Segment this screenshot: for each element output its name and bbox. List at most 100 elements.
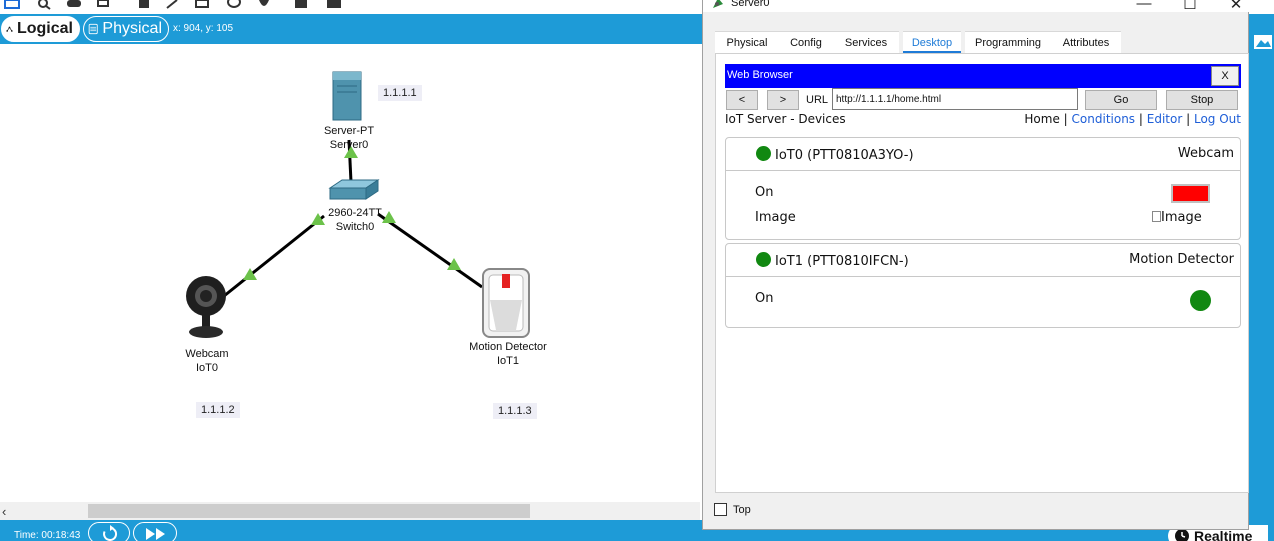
window-tabs: Physical Config Services Desktop Program… bbox=[715, 31, 1235, 53]
motion-detector-model: Motion Detector bbox=[469, 341, 547, 353]
logical-mode-button[interactable]: Logical bbox=[1, 16, 80, 42]
webcam-icon[interactable] bbox=[186, 276, 226, 338]
draw-line-icon[interactable] bbox=[164, 0, 180, 10]
desktop-panel: Web Browser X < > URL Go Stop IoT Server… bbox=[715, 53, 1249, 493]
viewport-icon[interactable] bbox=[1253, 34, 1273, 50]
tab-attributes[interactable]: Attributes bbox=[1051, 31, 1121, 53]
device-online-indicator bbox=[756, 146, 771, 161]
draw-ellipse-icon[interactable] bbox=[226, 0, 242, 10]
complex-pdu-icon[interactable] bbox=[326, 0, 342, 10]
browser-forward-button[interactable]: > bbox=[767, 90, 799, 110]
web-browser-close-button[interactable]: X bbox=[1211, 66, 1239, 86]
window-title: Server0 bbox=[731, 0, 770, 9]
web-browser-titlebar: Web Browser X bbox=[725, 64, 1241, 88]
scroll-left-icon[interactable]: ‹ bbox=[2, 504, 6, 519]
nav-logout-link[interactable]: Log Out bbox=[1194, 112, 1241, 126]
nav-separator: | bbox=[1186, 112, 1191, 126]
switch-icon[interactable] bbox=[328, 179, 380, 200]
device-name: IoT1 (PTT0810IFCN-) bbox=[775, 254, 909, 269]
browser-stop-button[interactable]: Stop bbox=[1166, 90, 1238, 110]
tab-programming[interactable]: Programming bbox=[965, 31, 1051, 53]
nav-editor-link[interactable]: Editor bbox=[1147, 112, 1183, 126]
motion-detector-ip-note[interactable]: 1.1.1.3 bbox=[493, 403, 537, 419]
tab-config[interactable]: Config bbox=[779, 31, 833, 53]
tab-services[interactable]: Services bbox=[833, 31, 899, 53]
page-title: IoT Server - Devices bbox=[725, 112, 846, 126]
simulation-time: Time: 00:18:43 bbox=[14, 530, 81, 541]
device-card-iot0: IoT0 (PTT0810A3YO-) Webcam On Image Imag… bbox=[725, 137, 1241, 240]
webcam-ip-note[interactable]: 1.1.1.2 bbox=[196, 402, 240, 418]
fast-forward-button[interactable] bbox=[133, 522, 177, 541]
maximize-icon[interactable]: ☐ bbox=[1167, 0, 1213, 13]
webcam-name: IoT0 bbox=[195, 362, 218, 374]
scrollbar-thumb[interactable] bbox=[88, 504, 530, 518]
motion-detector-name: IoT1 bbox=[496, 355, 519, 367]
property-on-label: On bbox=[755, 291, 774, 306]
device-card-header[interactable]: IoT1 (PTT0810IFCN-) Motion Detector bbox=[726, 244, 1240, 277]
zoom-icon[interactable] bbox=[36, 0, 52, 10]
close-icon[interactable]: ✕ bbox=[1213, 0, 1259, 13]
physical-rack-icon bbox=[88, 23, 98, 35]
server-icon[interactable] bbox=[332, 71, 362, 121]
switch-name: Switch0 bbox=[335, 221, 375, 233]
physical-mode-button[interactable]: Physical bbox=[83, 16, 169, 42]
web-browser-title: Web Browser bbox=[727, 69, 793, 81]
packet-tracer-app-icon bbox=[713, 0, 723, 8]
motion-detector-label: Motion Detector IoT1 bbox=[463, 340, 553, 368]
browser-page: IoT Server - Devices Home | Conditions |… bbox=[725, 110, 1243, 490]
window-titlebar[interactable]: Server0 — ☐ ✕ bbox=[703, 0, 1250, 13]
browser-back-button[interactable]: < bbox=[726, 90, 758, 110]
server-name: Server0 bbox=[329, 139, 369, 151]
server-model: Server-PT bbox=[323, 125, 375, 137]
power-cycle-button[interactable] bbox=[88, 522, 130, 541]
broken-image-icon bbox=[1152, 211, 1161, 222]
draw-rectangle-icon[interactable] bbox=[194, 0, 210, 10]
pointer-coordinates: x: 904, y: 105 bbox=[173, 23, 234, 34]
fast-forward-icon bbox=[146, 528, 165, 540]
browser-go-button[interactable]: Go bbox=[1085, 90, 1157, 110]
url-label: URL bbox=[806, 94, 829, 106]
nav-home-link[interactable]: Home bbox=[1024, 112, 1059, 126]
note-icon[interactable] bbox=[66, 0, 82, 10]
switch-label: 2960-24TT Switch0 bbox=[318, 206, 392, 234]
url-input[interactable] bbox=[832, 88, 1078, 110]
page-nav: Home | Conditions | Editor | Log Out bbox=[1024, 112, 1241, 126]
nav-separator: | bbox=[1138, 112, 1143, 126]
main-toolbar bbox=[0, 0, 700, 14]
link-switch-motion[interactable] bbox=[377, 212, 483, 289]
freeform-icon[interactable] bbox=[256, 0, 272, 10]
power-cycle-icon bbox=[103, 525, 118, 541]
tab-desktop[interactable]: Desktop bbox=[903, 31, 961, 53]
server-label: Server-PT Server0 bbox=[316, 124, 382, 152]
right-panel-edge bbox=[1249, 14, 1274, 520]
link-switch-webcam[interactable] bbox=[223, 214, 325, 298]
device-card-header[interactable]: IoT0 (PTT0810A3YO-) Webcam bbox=[726, 138, 1240, 171]
nav-conditions-link[interactable]: Conditions bbox=[1072, 112, 1136, 126]
device-card-iot1: IoT1 (PTT0810IFCN-) Motion Detector On bbox=[725, 243, 1241, 328]
motion-detector-on-indicator bbox=[1190, 290, 1211, 311]
switch-model: 2960-24TT bbox=[328, 207, 382, 219]
webcam-on-toggle[interactable] bbox=[1171, 184, 1210, 203]
webcam-label: Webcam IoT0 bbox=[176, 347, 238, 375]
minimize-icon[interactable]: — bbox=[1121, 0, 1167, 12]
server-ip-note[interactable]: 1.1.1.1 bbox=[378, 85, 422, 101]
topology-diagram bbox=[186, 71, 530, 338]
always-on-top-checkbox[interactable] bbox=[714, 503, 727, 516]
logical-topology-icon bbox=[6, 26, 13, 32]
motion-detector-icon[interactable] bbox=[482, 268, 530, 338]
physical-mode-label: Physical bbox=[102, 20, 162, 37]
resize-icon[interactable] bbox=[96, 0, 112, 10]
tab-physical[interactable]: Physical bbox=[715, 31, 779, 53]
delete-icon[interactable] bbox=[136, 0, 152, 10]
select-icon[interactable] bbox=[4, 0, 20, 10]
canvas-horizontal-scrollbar[interactable]: ‹ bbox=[0, 502, 700, 520]
always-on-top-label: Top bbox=[733, 504, 751, 516]
add-pdu-icon[interactable] bbox=[294, 0, 310, 10]
logical-workspace-canvas[interactable]: Server-PT Server0 2960-24TT Switch0 Webc… bbox=[0, 44, 700, 502]
nav-separator: | bbox=[1063, 112, 1068, 126]
property-image-label: Image bbox=[755, 210, 796, 225]
webcam-model: Webcam bbox=[185, 348, 229, 360]
server-config-window: Server0 — ☐ ✕ Physical Config Services D… bbox=[702, 0, 1250, 530]
webcam-image-alt: Image bbox=[1161, 210, 1202, 225]
device-type: Motion Detector bbox=[1129, 252, 1234, 267]
